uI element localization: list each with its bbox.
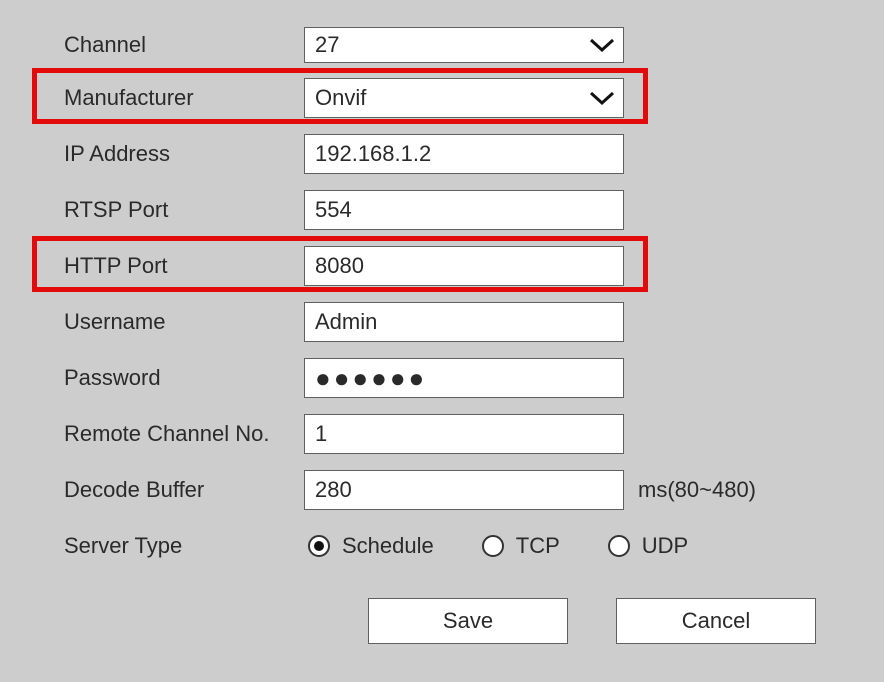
- button-row: Save Cancel: [368, 598, 834, 644]
- radio-icon: [482, 535, 504, 557]
- save-button[interactable]: Save: [368, 598, 568, 644]
- ip-address-input[interactable]: 192.168.1.2: [304, 134, 624, 174]
- row-server-type: Server Type Schedule TCP UDP: [64, 518, 834, 574]
- password-input[interactable]: ●●●●●●: [304, 358, 624, 398]
- label-remote-channel-no: Remote Channel No.: [64, 421, 304, 447]
- row-channel: Channel 27: [64, 20, 834, 70]
- radio-tcp[interactable]: TCP: [482, 533, 560, 559]
- chevron-down-icon: [589, 37, 615, 53]
- row-username: Username Admin: [64, 294, 834, 350]
- row-http-port: HTTP Port 8080: [64, 238, 834, 294]
- label-decode-buffer: Decode Buffer: [64, 477, 304, 503]
- username-input[interactable]: Admin: [304, 302, 624, 342]
- radio-udp-label: UDP: [642, 533, 688, 559]
- remote-channel-no-value: 1: [315, 421, 327, 447]
- server-type-radio-group: Schedule TCP UDP: [304, 533, 688, 559]
- label-ip-address: IP Address: [64, 141, 304, 167]
- radio-schedule-label: Schedule: [342, 533, 434, 559]
- username-value: Admin: [315, 309, 377, 335]
- ip-address-value: 192.168.1.2: [315, 141, 431, 167]
- manufacturer-select[interactable]: Onvif: [304, 78, 624, 118]
- row-rtsp-port: RTSP Port 554: [64, 182, 834, 238]
- label-manufacturer: Manufacturer: [64, 85, 304, 111]
- manufacturer-value: Onvif: [315, 85, 366, 111]
- rtsp-port-input[interactable]: 554: [304, 190, 624, 230]
- rtsp-port-value: 554: [315, 197, 352, 223]
- label-server-type: Server Type: [64, 533, 304, 559]
- label-password: Password: [64, 365, 304, 391]
- radio-icon: [608, 535, 630, 557]
- http-port-value: 8080: [315, 253, 364, 279]
- http-port-input[interactable]: 8080: [304, 246, 624, 286]
- radio-udp[interactable]: UDP: [608, 533, 688, 559]
- radio-schedule[interactable]: Schedule: [308, 533, 434, 559]
- cancel-button[interactable]: Cancel: [616, 598, 816, 644]
- channel-value: 27: [315, 32, 339, 58]
- label-http-port: HTTP Port: [64, 253, 304, 279]
- password-mask: ●●●●●●: [315, 365, 427, 391]
- row-remote-channel-no: Remote Channel No. 1: [64, 406, 834, 462]
- label-rtsp-port: RTSP Port: [64, 197, 304, 223]
- row-ip-address: IP Address 192.168.1.2: [64, 126, 834, 182]
- chevron-down-icon: [589, 90, 615, 106]
- radio-tcp-label: TCP: [516, 533, 560, 559]
- label-channel: Channel: [64, 32, 304, 58]
- channel-select[interactable]: 27: [304, 27, 624, 63]
- row-password: Password ●●●●●●: [64, 350, 834, 406]
- decode-buffer-value: 280: [315, 477, 352, 503]
- row-decode-buffer: Decode Buffer 280 ms(80~480): [64, 462, 834, 518]
- decode-buffer-suffix: ms(80~480): [638, 477, 756, 503]
- row-manufacturer: Manufacturer Onvif: [64, 70, 834, 126]
- remote-channel-no-input[interactable]: 1: [304, 414, 624, 454]
- radio-icon: [308, 535, 330, 557]
- decode-buffer-input[interactable]: 280: [304, 470, 624, 510]
- camera-config-form: Channel 27 Manufacturer Onvif IP Address…: [0, 0, 884, 644]
- label-username: Username: [64, 309, 304, 335]
